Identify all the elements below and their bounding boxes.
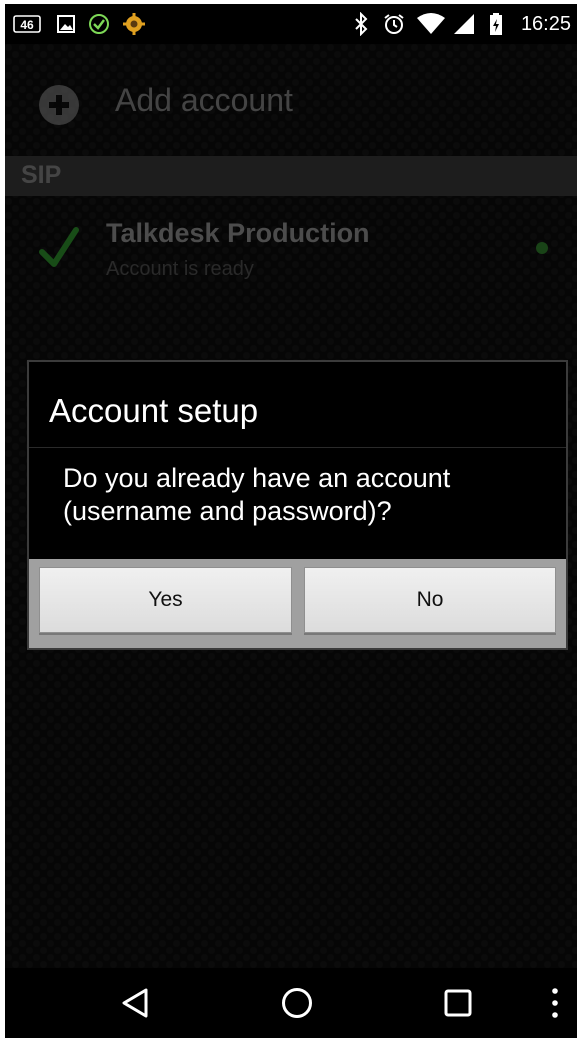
dialog-title: Account setup <box>49 392 259 429</box>
cell-signal-icon <box>451 4 477 44</box>
dialog-divider <box>29 447 566 448</box>
navigation-bar <box>5 968 577 1038</box>
home-icon <box>282 988 312 1018</box>
clock-time: 16:25 <box>520 13 571 35</box>
wifi-icon <box>415 4 447 44</box>
dialog-button-bar: Yes No <box>29 559 566 648</box>
status-bar: 46 16:25 <box>5 4 577 44</box>
back-button[interactable] <box>95 968 175 1038</box>
phone-screen: 46 16:25 Add account SIP Talkdesk Produc… <box>5 4 577 1038</box>
dialog-message: Do you already have an account (username… <box>63 463 451 526</box>
recents-icon <box>444 989 472 1017</box>
account-setup-dialog: Account setup Do you already have an acc… <box>27 360 568 650</box>
recents-button[interactable] <box>418 968 498 1038</box>
overflow-menu-button[interactable] <box>535 968 575 1038</box>
check-circle-icon <box>87 4 111 44</box>
battery-icon <box>487 4 505 44</box>
app-content: Add account SIP Talkdesk Production Acco… <box>5 44 577 968</box>
home-button[interactable] <box>257 968 337 1038</box>
alarm-icon <box>381 4 407 44</box>
yes-button[interactable]: Yes <box>39 567 292 633</box>
overflow-menu-icon <box>552 988 558 1018</box>
back-icon <box>122 988 148 1018</box>
lte-46-icon: 46 <box>13 4 41 44</box>
svg-text:46: 46 <box>20 18 34 32</box>
bluetooth-icon <box>351 4 371 44</box>
settings-gear-icon <box>121 4 147 44</box>
no-button[interactable]: No <box>304 567 556 633</box>
image-icon <box>55 4 77 44</box>
